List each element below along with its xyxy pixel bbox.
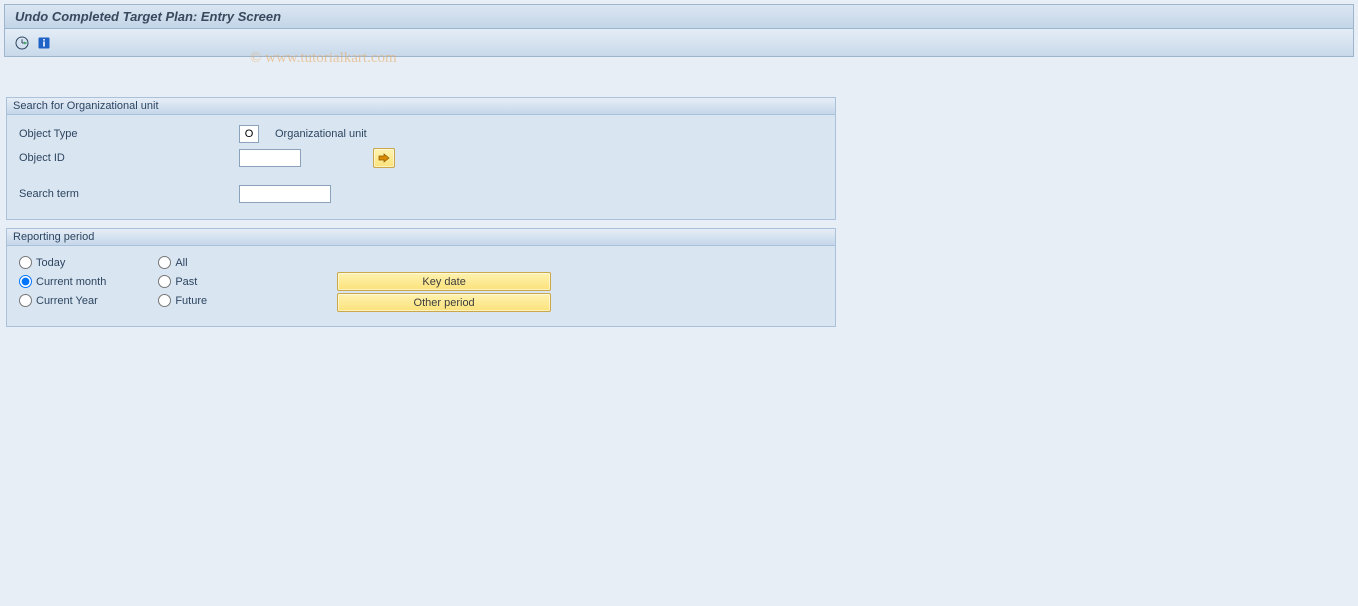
radio-future-label: Future bbox=[175, 295, 207, 307]
other-period-button-label: Other period bbox=[414, 297, 475, 309]
search-term-input[interactable] bbox=[239, 185, 331, 203]
radio-past-label: Past bbox=[175, 276, 197, 288]
radio-current-year[interactable]: Current Year bbox=[19, 294, 106, 307]
object-type-input[interactable] bbox=[239, 125, 259, 143]
radio-current-month[interactable]: Current month bbox=[19, 275, 106, 288]
object-type-description: Organizational unit bbox=[275, 128, 367, 140]
radio-today-label: Today bbox=[36, 257, 65, 269]
application-toolbar bbox=[4, 29, 1354, 57]
radio-all[interactable]: All bbox=[158, 256, 207, 269]
info-icon[interactable] bbox=[35, 34, 53, 52]
radio-future[interactable]: Future bbox=[158, 294, 207, 307]
content-area: Search for Organizational unit Object Ty… bbox=[0, 57, 1358, 341]
radio-current-month-label: Current month bbox=[36, 276, 106, 288]
page-title: Undo Completed Target Plan: Entry Screen bbox=[15, 9, 281, 24]
period-radio-col2: All Past Future bbox=[158, 256, 207, 307]
object-type-label: Object Type bbox=[19, 128, 239, 140]
next-arrow-button[interactable] bbox=[373, 148, 395, 168]
search-groupbox: Search for Organizational unit Object Ty… bbox=[6, 97, 836, 220]
title-bar: Undo Completed Target Plan: Entry Screen bbox=[4, 4, 1354, 29]
radio-current-year-label: Current Year bbox=[36, 295, 98, 307]
other-period-button[interactable]: Other period bbox=[337, 293, 551, 312]
reporting-period-groupbox: Reporting period Today Current month Cur… bbox=[6, 228, 836, 327]
radio-past[interactable]: Past bbox=[158, 275, 207, 288]
reporting-period-legend: Reporting period bbox=[7, 229, 835, 246]
search-term-label: Search term bbox=[19, 188, 239, 200]
execute-icon[interactable] bbox=[13, 34, 31, 52]
object-id-label: Object ID bbox=[19, 152, 239, 164]
radio-today[interactable]: Today bbox=[19, 256, 106, 269]
arrow-right-icon bbox=[378, 153, 390, 163]
key-date-button[interactable]: Key date bbox=[337, 272, 551, 291]
object-id-input[interactable] bbox=[239, 149, 301, 167]
radio-all-label: All bbox=[175, 257, 187, 269]
key-date-button-label: Key date bbox=[422, 276, 465, 288]
search-groupbox-legend: Search for Organizational unit bbox=[7, 98, 835, 115]
period-radio-col1: Today Current month Current Year bbox=[19, 256, 106, 307]
